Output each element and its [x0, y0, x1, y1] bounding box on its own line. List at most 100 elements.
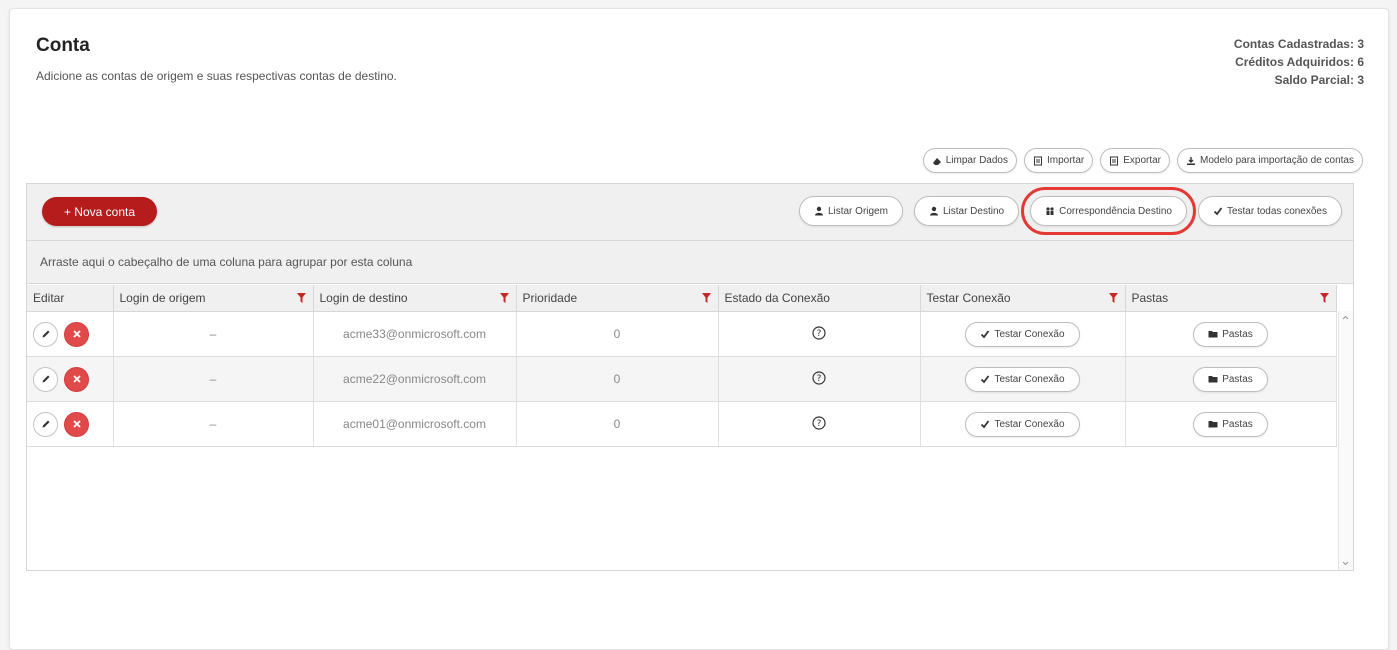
pencil-icon	[42, 420, 49, 428]
folders-button[interactable]: Pastas	[1193, 366, 1268, 392]
question-circle-icon: ?	[812, 415, 826, 430]
account-stats: Contas Cadastradas: 3 Créditos Adquirido…	[1234, 35, 1364, 89]
column-priority-label: Prioridade	[522, 291, 578, 305]
status-text: ?	[817, 329, 822, 339]
close-icon	[73, 375, 81, 383]
destination-login-cell: acme01@onmicrosoft.com	[313, 401, 517, 447]
test-connection-button[interactable]: Testar Conexão	[965, 321, 1080, 347]
edit-button[interactable]	[33, 321, 58, 347]
page-subtitle: Adicione as contas de origem e suas resp…	[36, 69, 397, 83]
table-row: – acme22@onmicrosoft.com 0 ? Testar Cone…	[27, 356, 1337, 402]
folders-label: Pastas	[1222, 373, 1253, 385]
filter-icon[interactable]	[1319, 293, 1329, 303]
column-connection-status[interactable]: Estado da Conexão	[718, 285, 921, 312]
status-text: ?	[817, 419, 822, 429]
question-circle-icon: ?	[812, 370, 826, 385]
table-row: – acme01@onmicrosoft.com 0 ? Testar Cone…	[27, 401, 1337, 447]
delete-button[interactable]	[64, 411, 90, 437]
folders-label: Pastas	[1222, 418, 1253, 430]
delete-button[interactable]	[64, 366, 90, 392]
filter-icon[interactable]	[1108, 293, 1118, 303]
status-cell: ?	[718, 356, 921, 402]
folders-button[interactable]: Pastas	[1193, 411, 1268, 437]
filter-icon[interactable]	[296, 293, 306, 303]
export-button[interactable]: Exportar	[1100, 148, 1171, 173]
column-test-connection[interactable]: Testar Conexão	[920, 285, 1126, 312]
filter-icon[interactable]	[499, 293, 509, 303]
close-icon	[73, 330, 81, 338]
destination-login-cell: acme22@onmicrosoft.com	[313, 356, 517, 402]
page-title: Conta	[36, 35, 90, 56]
scroll-down-arrow-icon[interactable]	[1339, 558, 1352, 568]
edit-cell	[27, 356, 114, 402]
column-origin-login[interactable]: Login de origem	[113, 285, 314, 312]
origin-login-cell: –	[113, 311, 314, 357]
column-origin-label: Login de origem	[119, 291, 206, 305]
import-button[interactable]: Importar	[1023, 148, 1094, 173]
export-label: Exportar	[1123, 155, 1162, 166]
destination-match-button[interactable]: Correspondência Destino	[1021, 187, 1196, 235]
folders-label: Pastas	[1222, 328, 1253, 340]
column-destination-login[interactable]: Login de destino	[313, 285, 517, 312]
accounts-grid: + Nova conta Listar Origem Listar Destin…	[26, 183, 1354, 571]
download-icon	[1187, 156, 1196, 165]
check-icon	[1213, 207, 1223, 216]
file-export-icon	[1110, 156, 1119, 165]
group-by-drop-area[interactable]: Arraste aqui o cabeçalho de uma coluna p…	[27, 241, 1353, 284]
test-connection-label: Testar Conexão	[994, 373, 1065, 385]
grid-toolbar-actions: Listar Origem Listar Destino Correspondê…	[798, 187, 1342, 235]
origin-login-cell: –	[113, 356, 314, 402]
table-row: – acme33@onmicrosoft.com 0 ? Testar Cone…	[27, 311, 1337, 357]
clear-data-button[interactable]: Limpar Dados	[922, 148, 1017, 173]
list-origin-label: Listar Origem	[827, 205, 888, 217]
test-connection-button[interactable]: Testar Conexão	[965, 411, 1080, 437]
test-connection-label: Testar Conexão	[994, 328, 1065, 340]
new-account-button[interactable]: + Nova conta	[42, 197, 157, 226]
pencil-icon	[42, 330, 49, 338]
folder-icon	[1208, 421, 1218, 428]
stat-registered-value: 3	[1357, 37, 1364, 51]
destination-login-cell: acme33@onmicrosoft.com	[313, 311, 517, 357]
status-text: ?	[817, 374, 822, 384]
stat-registered-label: Contas Cadastradas:	[1233, 37, 1354, 51]
clear-data-label: Limpar Dados	[945, 155, 1008, 166]
test-connection-cell: Testar Conexão	[920, 311, 1126, 357]
list-origin-button[interactable]: Listar Origem	[798, 196, 903, 226]
column-folders-label: Pastas	[1131, 291, 1169, 305]
column-destination-label: Login de destino	[319, 291, 408, 305]
test-connection-cell: Testar Conexão	[920, 356, 1126, 402]
priority-cell: 0	[516, 311, 719, 357]
user-icon	[814, 206, 823, 216]
column-test-label: Testar Conexão	[926, 291, 1011, 305]
import-template-button[interactable]: Modelo para importação de contas	[1177, 148, 1363, 173]
stat-balance: Saldo Parcial: 3	[1234, 71, 1364, 89]
folder-icon	[1208, 376, 1218, 383]
user-icon	[929, 206, 938, 216]
column-folders[interactable]: Pastas	[1125, 285, 1337, 312]
table-header-row: Editar Login de origem Login de destino …	[27, 285, 1337, 312]
test-all-connections-button[interactable]: Testar todas conexões	[1197, 196, 1342, 226]
delete-button[interactable]	[64, 321, 90, 347]
vertical-scrollbar[interactable]	[1338, 311, 1353, 570]
priority-cell: 0	[516, 401, 719, 447]
filter-icon[interactable]	[701, 293, 711, 303]
list-destination-button[interactable]: Listar Destino	[913, 196, 1020, 226]
pencil-icon	[42, 375, 49, 383]
folders-cell: Pastas	[1125, 401, 1337, 447]
edit-cell	[27, 401, 114, 447]
close-icon	[73, 420, 81, 428]
column-edit[interactable]: Editar	[27, 285, 114, 312]
folders-cell: Pastas	[1125, 356, 1337, 402]
edit-button[interactable]	[33, 366, 58, 392]
stat-credits: Créditos Adquiridos: 6	[1234, 53, 1364, 71]
column-priority[interactable]: Prioridade	[516, 285, 719, 312]
test-connection-button[interactable]: Testar Conexão	[965, 366, 1080, 392]
check-icon	[981, 420, 990, 429]
question-circle-icon: ?	[812, 325, 826, 340]
edit-button[interactable]	[33, 411, 58, 437]
column-edit-label: Editar	[33, 291, 65, 305]
status-cell: ?	[718, 401, 921, 447]
folders-button[interactable]: Pastas	[1193, 321, 1268, 347]
check-icon	[981, 375, 990, 384]
scroll-up-arrow-icon[interactable]	[1339, 313, 1352, 323]
